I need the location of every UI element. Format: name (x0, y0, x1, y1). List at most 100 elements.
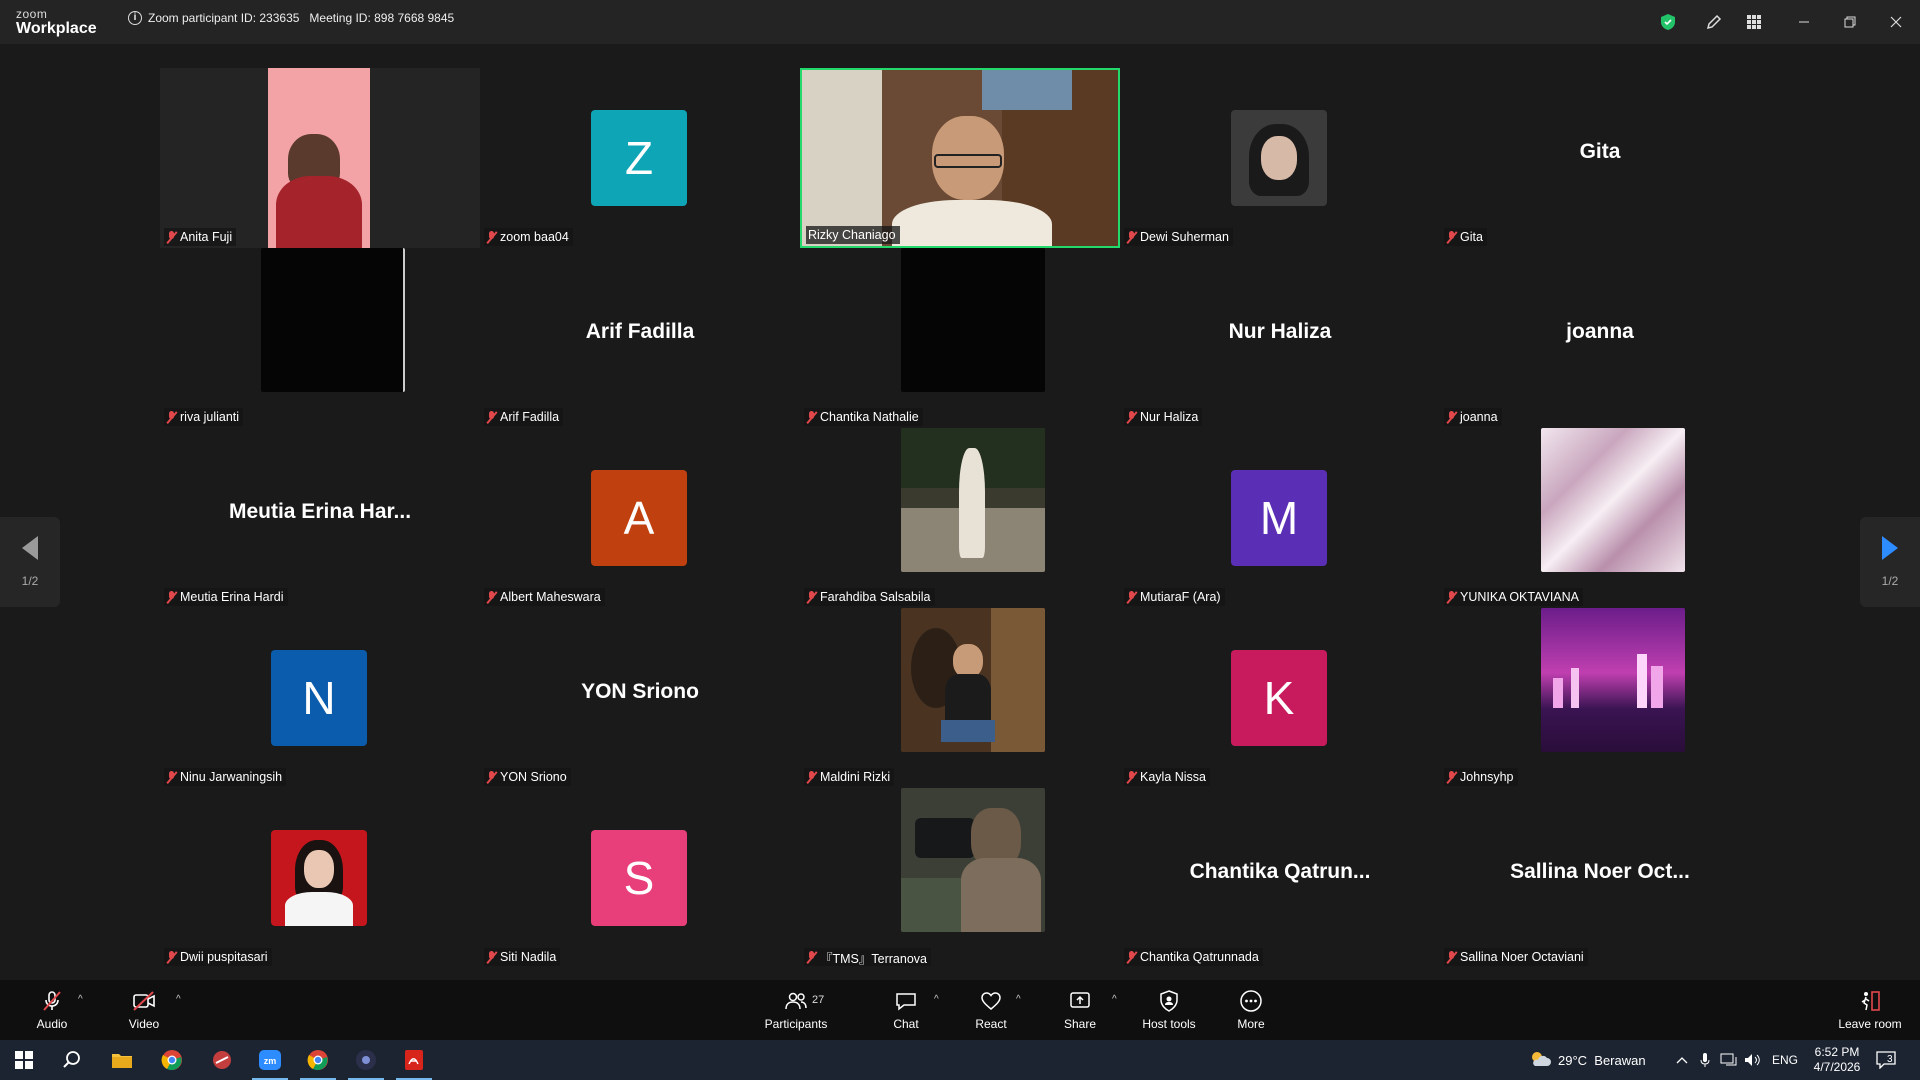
pdf-reader-icon[interactable] (390, 1040, 438, 1080)
participants-count: 27 (812, 994, 825, 1006)
participant-tile-gita[interactable]: Gita Gita (1440, 68, 1760, 248)
participant-tile-albert-maheswara[interactable]: A Albert Maheswara (480, 428, 800, 608)
next-page-button[interactable]: 1/2 (1860, 517, 1920, 607)
notifications-button[interactable]: 3 (1876, 1040, 1896, 1080)
chrome-active-icon[interactable] (294, 1040, 342, 1080)
info-icon: i (128, 11, 142, 25)
apps-grid-icon[interactable] (1734, 0, 1774, 44)
participant-tile-joanna[interactable]: joanna joanna (1440, 248, 1760, 428)
page-indicator-right: 1/2 (1881, 574, 1899, 588)
avatar: Z (591, 110, 687, 206)
media-player-icon[interactable] (342, 1040, 390, 1080)
chat-options-chevron-icon[interactable]: ^ (934, 994, 939, 1005)
participant-tile-yunika-oktaviana[interactable]: YUNIKA OKTAVIANA (1440, 428, 1760, 608)
profile-photo (1231, 110, 1327, 206)
participant-tile-sallina-noer-octaviani[interactable]: Sallina Noer Oct... Sallina Noer Octavia… (1440, 788, 1760, 968)
video-button[interactable]: Video (122, 980, 166, 1040)
restore-icon[interactable] (1830, 0, 1870, 44)
snipping-tool-icon[interactable] (198, 1040, 246, 1080)
audio-options-chevron-icon[interactable]: ^ (78, 994, 83, 1005)
host-tools-label: Host tools (1142, 1017, 1196, 1031)
leave-room-button[interactable]: Leave room (1834, 980, 1906, 1040)
mic-muted-icon (1446, 410, 1457, 424)
chevron-left-icon (22, 536, 38, 560)
participant-label: Arif Fadilla (484, 408, 564, 426)
participant-label: Chantika Qatrunnada (1124, 948, 1263, 966)
mic-muted-icon (1126, 410, 1137, 424)
participant-tile-meutia-erina-hardi[interactable]: Meutia Erina Har... Meutia Erina Hardi (160, 428, 480, 608)
page-indicator-left: 1/2 (21, 574, 39, 588)
display-name: Arif Fadilla (585, 320, 695, 343)
share-options-chevron-icon[interactable]: ^ (1112, 994, 1117, 1005)
microphone-tray-icon[interactable] (1700, 1040, 1710, 1080)
participant-tile-farahdiba-salsabila[interactable]: Farahdiba Salsabila (800, 428, 1120, 608)
participant-tile-ninu-jarwaningsih[interactable]: N Ninu Jarwaningsih (160, 608, 480, 788)
mic-muted-icon (166, 230, 177, 244)
volume-icon[interactable] (1744, 1040, 1762, 1080)
share-button[interactable]: Share (1060, 980, 1100, 1040)
show-hidden-icons-chevron-icon[interactable] (1676, 1040, 1688, 1080)
clock[interactable]: 6:52 PM 4/7/2026 (1810, 1040, 1864, 1080)
annotate-pencil-icon[interactable] (1694, 0, 1734, 44)
participant-label: riva julianti (164, 408, 244, 426)
mic-muted-icon (1126, 770, 1137, 784)
meeting-toolbar: Audio ^ Video ^ Participants 27 Chat ^ R… (0, 980, 1920, 1040)
meeting-info-text: Zoom participant ID: 233635 Meeting ID: … (148, 11, 455, 25)
meeting-info[interactable]: i Zoom participant ID: 233635 Meeting ID… (128, 11, 454, 25)
participant-tile-chantika-nathalie[interactable]: Chantika Nathalie (800, 248, 1120, 428)
mic-muted-icon (806, 950, 817, 964)
close-icon[interactable] (1876, 0, 1916, 44)
participant-tile-kayla-nissa[interactable]: K Kayla Nissa (1120, 608, 1440, 788)
profile-photo (271, 830, 367, 926)
previous-page-button[interactable]: 1/2 (0, 517, 60, 607)
participants-icon (784, 989, 808, 1013)
participant-tile-johnsyhp[interactable]: Johnsyhp (1440, 608, 1760, 788)
participant-tile-dwii-puspitasari[interactable]: Dwii puspitasari (160, 788, 480, 968)
participant-label: Ninu Jarwaningsih (164, 768, 287, 786)
file-explorer-icon[interactable] (98, 1040, 146, 1080)
participant-tile-mutiaraf-ara[interactable]: M MutiaraF (Ara) (1120, 428, 1440, 608)
participant-tile-maldini-rizki[interactable]: Maldini Rizki (800, 608, 1120, 788)
participant-tile-arif-fadilla[interactable]: Arif Fadilla Arif Fadilla (480, 248, 800, 428)
clock-date: 4/7/2026 (1813, 1060, 1861, 1074)
chat-label: Chat (893, 1017, 919, 1031)
avatar: A (591, 470, 687, 566)
search-icon[interactable] (48, 1040, 96, 1080)
leave-door-icon (1858, 989, 1882, 1013)
host-tools-button[interactable]: Host tools (1136, 980, 1202, 1040)
participant-label: 『TMS』Terranova (804, 948, 931, 966)
react-button[interactable]: React (970, 980, 1012, 1040)
participant-label: YUNIKA OKTAVIANA (1444, 588, 1584, 606)
participant-tile-tms-terranova[interactable]: 『TMS』Terranova (800, 788, 1120, 968)
more-button[interactable]: More (1228, 980, 1274, 1040)
profile-photo (1541, 608, 1685, 752)
chrome-icon[interactable] (148, 1040, 196, 1080)
participant-tile-yon-sriono[interactable]: YON Sriono YON Sriono (480, 608, 800, 788)
security-shield-icon[interactable] (1648, 0, 1688, 44)
windows-start-icon[interactable] (0, 1040, 48, 1080)
input-language[interactable]: ENG (1772, 1040, 1798, 1080)
react-options-chevron-icon[interactable]: ^ (1016, 994, 1021, 1005)
network-icon[interactable] (1720, 1040, 1738, 1080)
participant-tile-zoom-baa04[interactable]: Z zoom baa04 (480, 68, 800, 248)
zoom-app-icon[interactable]: zm (246, 1040, 294, 1080)
participant-tile-riva-julianti[interactable]: riva julianti (160, 248, 480, 428)
participant-tile-chantika-qatrunnada[interactable]: Chantika Qatrun... Chantika Qatrunnada (1120, 788, 1440, 968)
video-feed (901, 248, 1045, 392)
profile-photo (901, 788, 1045, 932)
leave-room-label: Leave room (1838, 1017, 1902, 1031)
participant-tile-nur-haliza[interactable]: Nur Haliza Nur Haliza (1120, 248, 1440, 428)
weather-widget[interactable]: 29°C Berawan (1528, 1040, 1646, 1080)
participant-label: YON Sriono (484, 768, 571, 786)
participant-tile-siti-nadila[interactable]: S Siti Nadila (480, 788, 800, 968)
video-gallery: 1/2 1/2 Anita Fuji Z zoom baa04 Rizky Ch… (0, 44, 1920, 980)
minimize-icon[interactable] (1784, 0, 1824, 44)
chat-button[interactable]: Chat (886, 980, 926, 1040)
participants-button[interactable]: Participants (760, 980, 832, 1040)
participant-tile-rizky-chaniago[interactable]: Rizky Chaniago (800, 68, 1120, 248)
participant-label: Nur Haliza (1124, 408, 1203, 426)
audio-button[interactable]: Audio (30, 980, 74, 1040)
participant-tile-anita-fuji[interactable]: Anita Fuji (160, 68, 480, 248)
video-options-chevron-icon[interactable]: ^ (176, 994, 181, 1005)
participant-tile-dewi-suherman[interactable]: Dewi Suherman (1120, 68, 1440, 248)
